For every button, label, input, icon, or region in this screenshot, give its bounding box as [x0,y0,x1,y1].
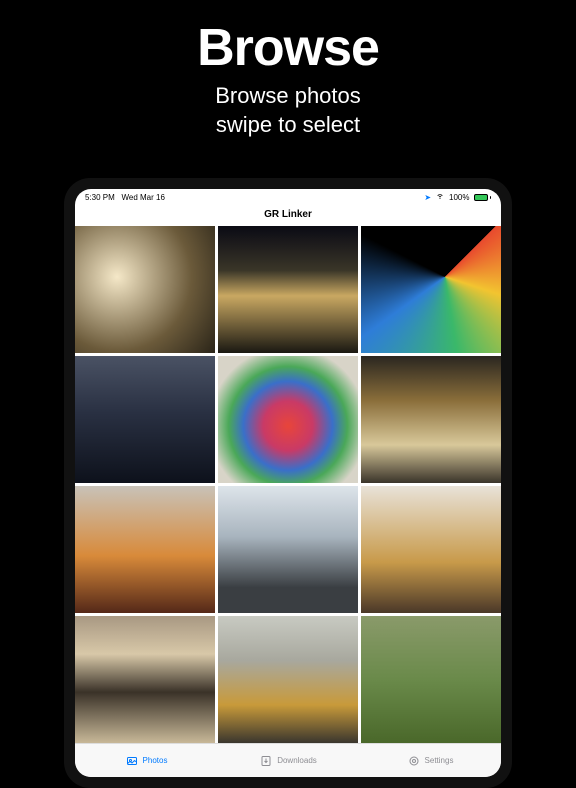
photo-thumbnail[interactable] [361,356,501,483]
tab-photos[interactable]: Photos [75,744,217,777]
photo-thumbnail[interactable] [218,356,358,483]
photo-thumbnail[interactable] [75,616,215,743]
promo-subtitle: Browse photos swipe to select [0,82,576,139]
wifi-icon [435,192,445,202]
download-icon [259,755,273,767]
ipad-screen: 5:30 PM Wed Mar 16 ➤ 100% GR Linker [75,189,501,777]
battery-percent: 100% [449,193,469,202]
promo-header: Browse Browse photos swipe to select [0,0,576,139]
status-date: Wed Mar 16 [121,193,164,202]
tab-bar: Photos Downloads Settings [75,743,501,777]
photo-thumbnail[interactable] [218,486,358,613]
status-right: ➤ 100% [424,192,491,202]
photo-thumbnail[interactable] [361,226,501,353]
photo-thumbnail[interactable] [361,486,501,613]
tab-label: Settings [425,756,454,765]
status-bar: 5:30 PM Wed Mar 16 ➤ 100% [75,189,501,205]
status-time: 5:30 PM [85,193,115,202]
photos-icon [125,755,139,767]
ipad-device-frame: 5:30 PM Wed Mar 16 ➤ 100% GR Linker [64,178,512,788]
photo-thumbnail[interactable] [218,226,358,353]
photo-thumbnail[interactable] [218,616,358,743]
tab-downloads[interactable]: Downloads [217,744,359,777]
page-title: GR Linker [75,205,501,226]
photo-grid[interactable] [75,226,501,743]
photo-thumbnail[interactable] [361,616,501,743]
photo-thumbnail[interactable] [75,486,215,613]
photo-thumbnail[interactable] [75,356,215,483]
photo-thumbnail[interactable] [75,226,215,353]
tab-label: Photos [143,756,168,765]
settings-icon [407,755,421,767]
battery-icon [474,194,492,201]
status-left: 5:30 PM Wed Mar 16 [85,193,165,202]
promo-title: Browse [0,18,576,78]
tab-label: Downloads [277,756,317,765]
location-icon: ➤ [424,193,431,202]
tab-settings[interactable]: Settings [359,744,501,777]
